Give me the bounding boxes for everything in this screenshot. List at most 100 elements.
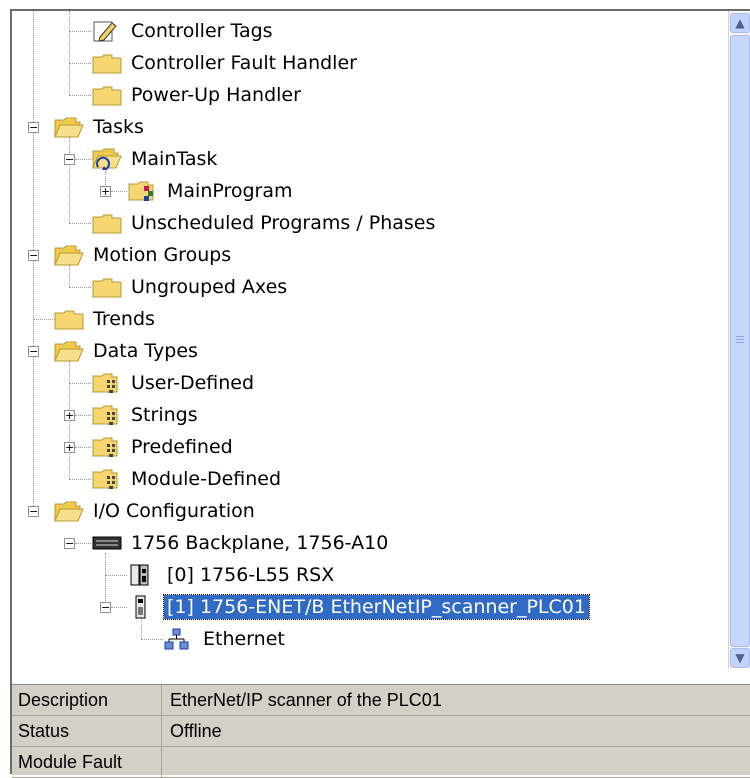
property-row-status: Status Offline xyxy=(12,716,750,747)
tree-item-label: Controller Fault Handler xyxy=(131,52,357,74)
tree-line xyxy=(75,543,91,544)
tree-line xyxy=(105,575,127,576)
collapse-backplane-button[interactable]: − xyxy=(64,538,75,549)
tree-item-label: Power-Up Handler xyxy=(131,84,301,106)
tree-line xyxy=(69,383,91,384)
property-value: Offline xyxy=(170,721,222,741)
collapse-enet-module-button[interactable]: − xyxy=(100,602,111,613)
folder-icon xyxy=(92,211,122,235)
tree-line xyxy=(75,159,91,160)
tree-item-power-up-handler[interactable]: Power-Up Handler xyxy=(92,79,304,111)
tree-item-data-types[interactable]: Data Types xyxy=(54,335,201,367)
datatype-folder-icon xyxy=(92,371,122,395)
tree-item-ethernet-network[interactable]: Ethernet xyxy=(164,623,288,655)
tree-line xyxy=(75,415,91,416)
tree-item-label: Data Types xyxy=(93,340,198,362)
tree-item-label: User-Defined xyxy=(131,372,255,394)
tree-line xyxy=(69,31,91,32)
tree-line xyxy=(111,607,127,608)
tree-item-label: Motion Groups xyxy=(93,244,232,266)
properties-panel: Description EtherNet/IP scanner of the P… xyxy=(12,684,750,778)
tree-item-label: Tasks xyxy=(93,116,144,138)
tree-item-slot0-controller[interactable]: [0] 1756-L55 RSX xyxy=(128,559,337,591)
folder-icon xyxy=(92,83,122,107)
tree-line xyxy=(33,319,55,320)
datatype-folder-icon xyxy=(92,435,122,459)
folder-open-icon xyxy=(54,499,84,523)
collapse-maintask-button[interactable]: − xyxy=(64,154,75,165)
tree-item-label: Ethernet xyxy=(203,628,285,650)
property-row-description: Description EtherNet/IP scanner of the P… xyxy=(12,685,750,716)
collapse-motion-groups-button[interactable]: − xyxy=(28,250,39,261)
property-name: Module Fault xyxy=(12,747,162,777)
ethernet-module-icon xyxy=(128,595,158,619)
thumb-grip-line xyxy=(736,339,744,340)
tree-line xyxy=(69,137,70,223)
expand-strings-button[interactable]: + xyxy=(64,410,75,421)
tree-item-user-defined[interactable]: User-Defined xyxy=(92,367,257,399)
tree-item-slot1-enet-module[interactable]: [1] 1756-ENET/B EtherNetIP_scanner_PLC01 xyxy=(128,591,590,623)
program-folder-icon xyxy=(128,179,158,203)
folder-open-icon xyxy=(54,243,84,267)
controller-organizer-tree[interactable]: − − + − − + + − − − Controller Tags Cont… xyxy=(12,11,728,668)
property-row-module-fault: Module Fault xyxy=(12,747,750,778)
tree-item-trends[interactable]: Trends xyxy=(54,303,158,335)
tree-item-label: 1756 Backplane, 1756-A10 xyxy=(131,532,389,554)
property-value: EtherNet/IP scanner of the PLC01 xyxy=(170,690,442,710)
datatype-folder-icon xyxy=(92,403,122,427)
collapse-tasks-button[interactable]: − xyxy=(28,122,39,133)
datatype-folder-icon xyxy=(92,467,122,491)
tag-edit-icon xyxy=(92,19,122,43)
tree-item-label: [0] 1756-L55 RSX xyxy=(167,564,335,586)
tree-item-label: Controller Tags xyxy=(131,20,273,42)
thumb-grip-line xyxy=(736,336,744,337)
controller-module-icon xyxy=(128,563,158,587)
scroll-down-button[interactable]: ▼ xyxy=(730,648,750,668)
tree-item-backplane[interactable]: 1756 Backplane, 1756-A10 xyxy=(92,527,391,559)
collapse-data-types-button[interactable]: − xyxy=(28,346,39,357)
tree-line xyxy=(69,95,91,96)
folder-open-icon xyxy=(54,339,84,363)
tree-item-label: [1] 1756-ENET/B EtherNetIP_scanner_PLC01 xyxy=(163,594,590,620)
tree-item-module-defined[interactable]: Module-Defined xyxy=(92,463,284,495)
tree-item-controller-tags[interactable]: Controller Tags xyxy=(92,15,276,47)
tree-line xyxy=(69,479,91,480)
tree-line xyxy=(69,223,91,224)
tree-item-label: I/O Configuration xyxy=(93,500,255,522)
tree-item-io-configuration[interactable]: I/O Configuration xyxy=(54,495,258,527)
tree-item-label: Module-Defined xyxy=(131,468,282,490)
tree-item-label: MainProgram xyxy=(167,180,293,202)
tree-line xyxy=(75,447,91,448)
tree-item-unscheduled-programs[interactable]: Unscheduled Programs / Phases xyxy=(92,207,438,239)
tree-item-mainprogram[interactable]: MainProgram xyxy=(128,175,296,207)
tree-item-motion-groups[interactable]: Motion Groups xyxy=(54,239,234,271)
property-name: Status xyxy=(12,716,162,746)
tree-item-label: Predefined xyxy=(131,436,233,458)
tree-item-tasks[interactable]: Tasks xyxy=(54,111,147,143)
collapse-io-configuration-button[interactable]: − xyxy=(28,506,39,517)
scroll-up-button[interactable]: ▲ xyxy=(730,13,750,33)
tree-line xyxy=(69,11,70,95)
backplane-icon xyxy=(92,531,122,555)
folder-open-icon xyxy=(54,115,84,139)
thumb-grip-line xyxy=(736,342,744,343)
tree-item-controller-fault-handler[interactable]: Controller Fault Handler xyxy=(92,47,360,79)
tree-item-label: Trends xyxy=(93,308,155,330)
tree-item-label: Strings xyxy=(131,404,198,426)
network-icon xyxy=(164,627,194,651)
tree-item-strings[interactable]: Strings xyxy=(92,399,201,431)
tree-line xyxy=(141,639,163,640)
task-folder-icon xyxy=(92,147,122,171)
tree-item-label: Unscheduled Programs / Phases xyxy=(131,212,436,234)
property-name: Description xyxy=(12,685,162,715)
tree-item-label: MainTask xyxy=(131,148,218,170)
tree-item-ungrouped-axes[interactable]: Ungrouped Axes xyxy=(92,271,290,303)
expand-mainprogram-button[interactable]: + xyxy=(100,186,111,197)
tree-item-predefined[interactable]: Predefined xyxy=(92,431,236,463)
tree-item-maintask[interactable]: MainTask xyxy=(92,143,220,175)
tree-line xyxy=(69,287,91,288)
expand-predefined-button[interactable]: + xyxy=(64,442,75,453)
scrollbar-thumb[interactable] xyxy=(730,35,750,647)
vertical-scrollbar[interactable]: ▲ ▼ xyxy=(728,11,750,668)
tree-line xyxy=(69,63,91,64)
